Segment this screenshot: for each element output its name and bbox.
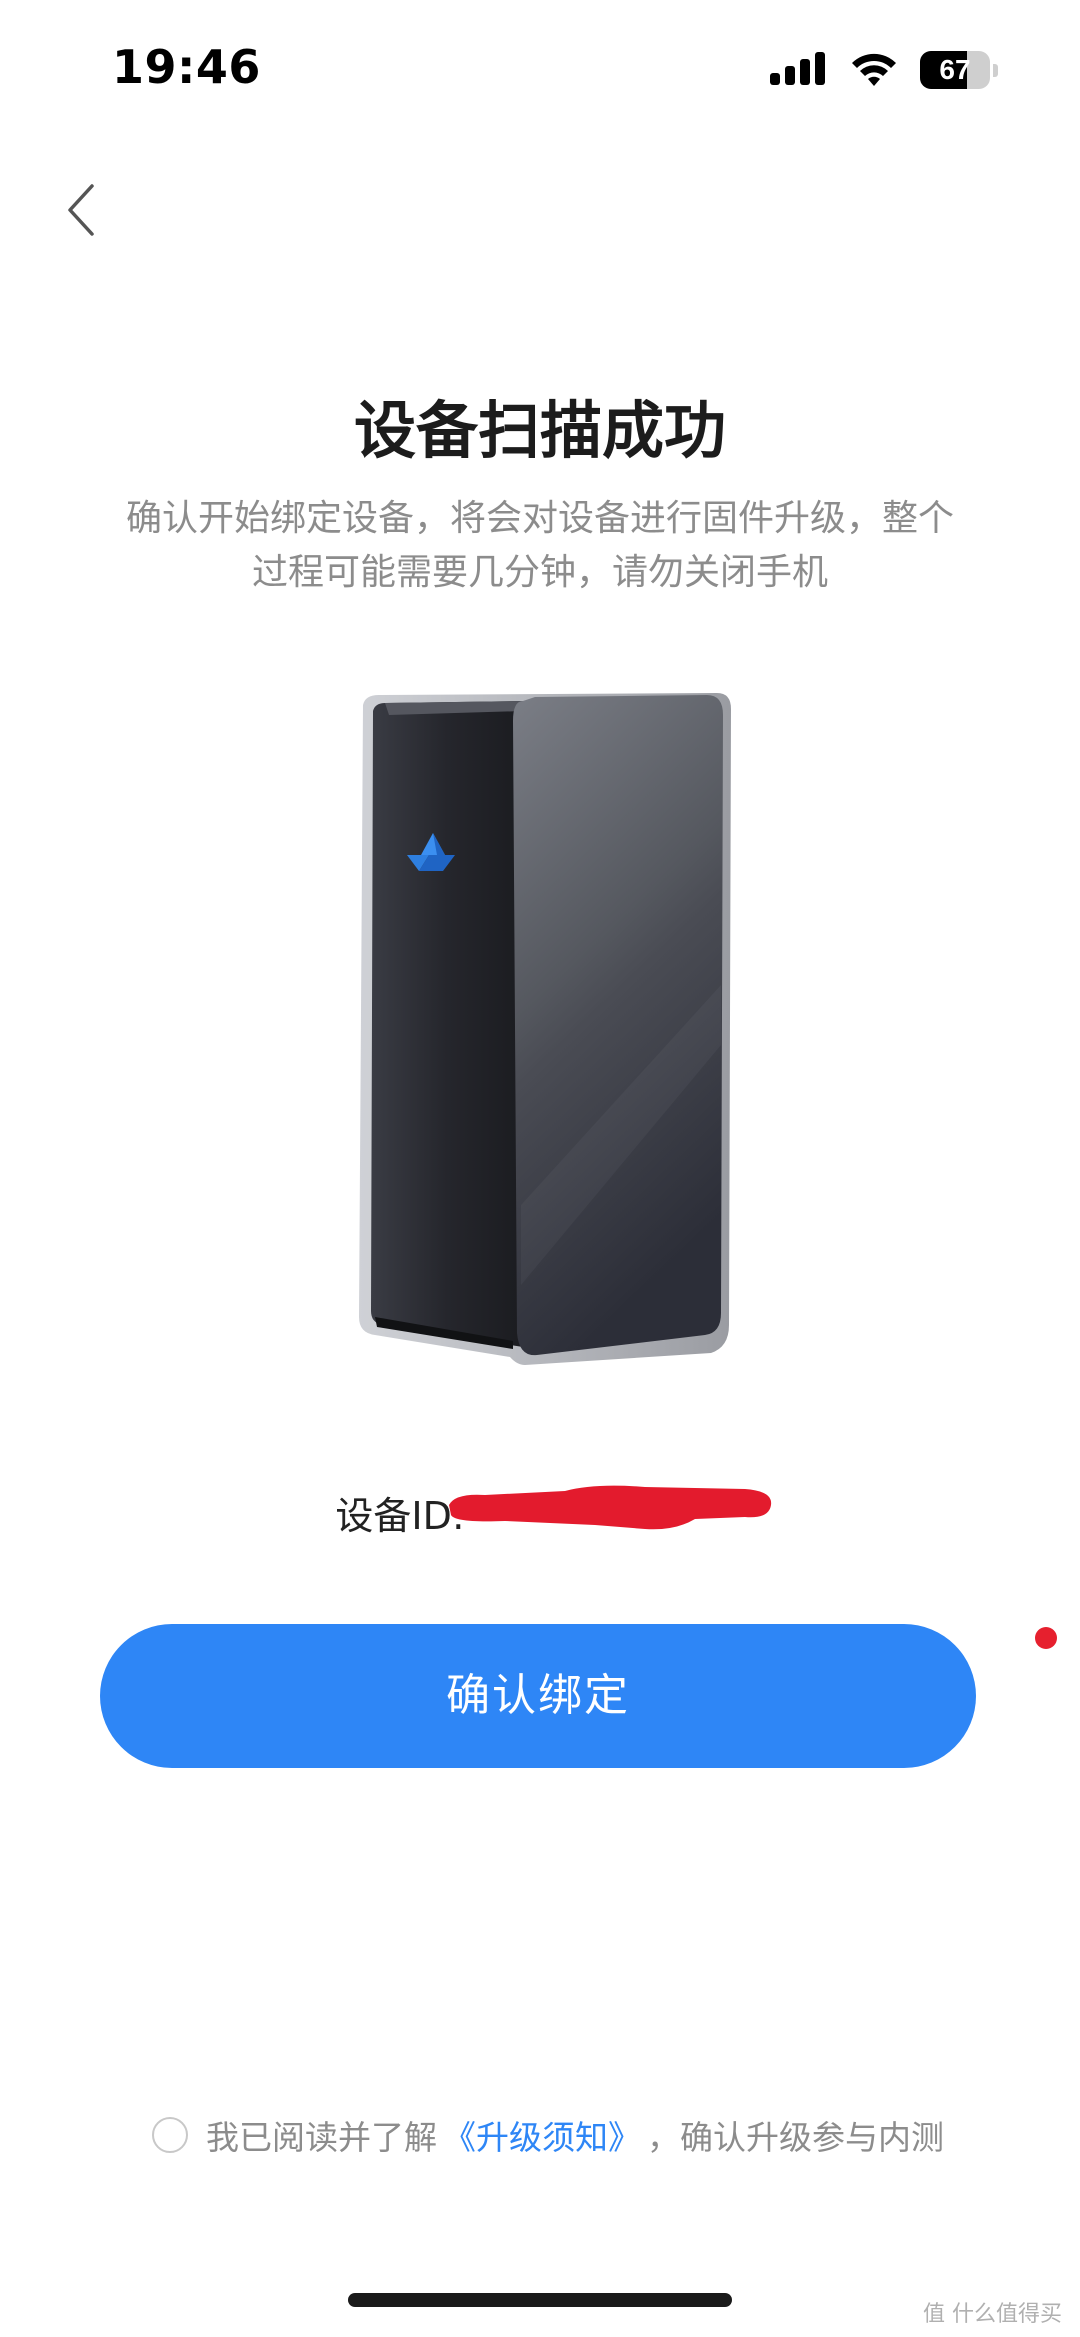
status-icons: 67: [770, 48, 998, 92]
battery-tip: [993, 63, 998, 77]
agreement-row: 我已阅读并了解 《升级须知》 ，确认升级参与内测: [152, 2112, 944, 2158]
status-bar: 19:46 67: [0, 0, 1080, 140]
page-description: 确认开始绑定设备，将会对设备进行固件升级，整个 过程可能需要几分钟，请勿关闭手机: [90, 492, 990, 600]
agreement-suffix: ，确认升级参与内测: [647, 2118, 944, 2157]
battery-body: 67: [920, 51, 990, 89]
status-time: 19:46: [112, 40, 261, 94]
description-line-2: 过程可能需要几分钟，请勿关闭手机: [251, 552, 828, 593]
upgrade-notice-link[interactable]: 《升级须知》: [443, 2111, 641, 2159]
watermark: 值 什么值得买: [923, 2296, 1062, 2328]
signal-icon: [770, 52, 825, 85]
agree-checkbox[interactable]: [152, 2117, 188, 2153]
battery-percent: 67: [939, 54, 971, 85]
page-title: 设备扫描成功: [353, 394, 726, 467]
wifi-icon: [852, 53, 896, 86]
chevron-left-icon: [68, 184, 94, 236]
description-line-1: 确认开始绑定设备，将会对设备进行固件升级，整个: [125, 498, 954, 539]
device-image: [359, 693, 731, 1365]
notification-dot: [1035, 1627, 1057, 1649]
watermark-text: 值 什么值得买: [923, 2302, 1062, 2327]
redaction-mark: [449, 1485, 772, 1530]
battery-icon: 67: [920, 51, 998, 89]
confirm-bind-button[interactable]: 确认绑定: [100, 1624, 976, 1768]
home-indicator[interactable]: [348, 2293, 732, 2307]
agreement-prefix: 我已阅读并了解: [206, 2118, 437, 2157]
back-button[interactable]: [50, 170, 110, 250]
